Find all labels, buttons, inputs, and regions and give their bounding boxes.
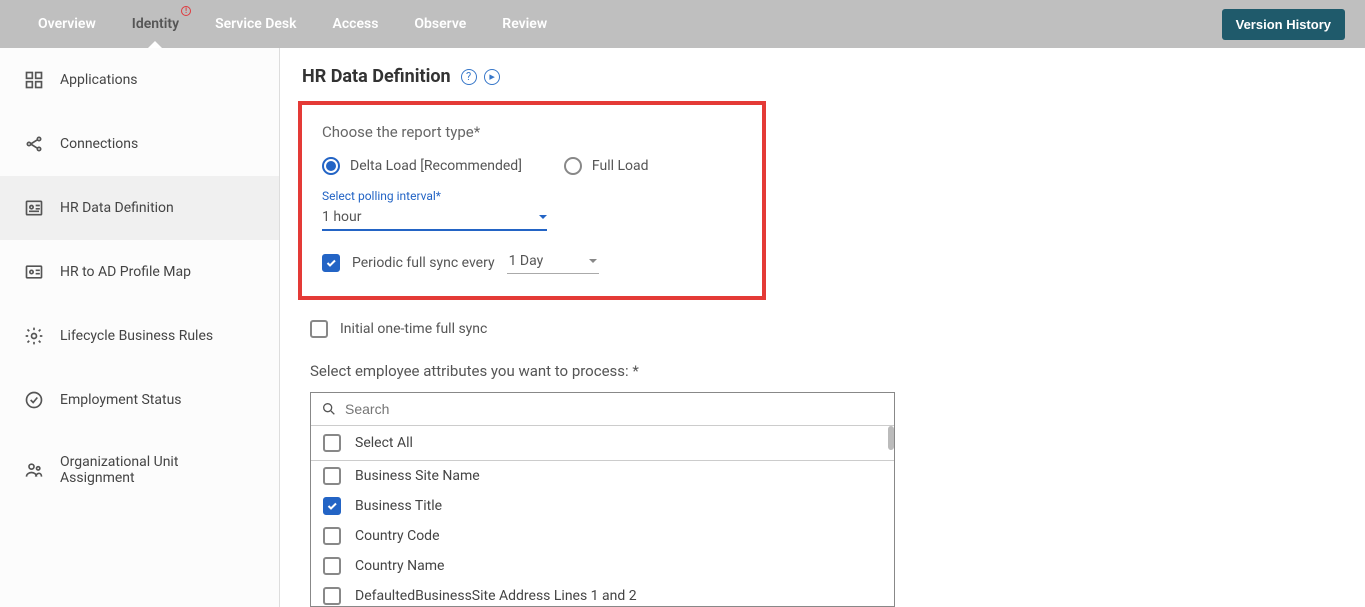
attribute-checkbox[interactable] — [323, 557, 341, 575]
tab-review[interactable]: Review — [484, 0, 565, 48]
initial-sync-checkbox[interactable] — [310, 320, 328, 338]
periodic-sync-row: Periodic full sync every 1 Day — [322, 251, 742, 274]
attributes-search — [311, 393, 894, 426]
radio-label: Full Load — [592, 158, 649, 174]
tab-identity[interactable]: Identity ! — [114, 0, 197, 48]
tab-label: Overview — [38, 16, 96, 32]
attributes-box: Select All Business Site Name Business T… — [310, 392, 895, 607]
attribute-label: Business Title — [355, 498, 442, 514]
hr-def-icon — [24, 198, 44, 218]
attribute-row[interactable]: Country Name — [311, 551, 894, 581]
search-icon — [321, 401, 337, 417]
tab-label: Identity — [132, 16, 179, 32]
attribute-checkbox[interactable] — [323, 497, 341, 515]
sidebar-item-label: Lifecycle Business Rules — [60, 328, 213, 344]
sidebar-item-label: HR to AD Profile Map — [60, 264, 191, 280]
main-content: HR Data Definition ? ▸ Choose the report… — [280, 48, 1365, 607]
search-input[interactable] — [345, 401, 884, 417]
sidebar-item-label: HR Data Definition — [60, 200, 174, 216]
polling-interval-label: Select polling interval* — [322, 189, 742, 203]
version-history-button[interactable]: Version History — [1222, 9, 1345, 40]
sidebar-item-hr-to-ad-map[interactable]: HR to AD Profile Map — [0, 240, 279, 304]
attribute-checkbox[interactable] — [323, 467, 341, 485]
sidebar-item-label: Connections — [60, 136, 138, 152]
sidebar-item-label: Applications — [60, 72, 138, 88]
attribute-label: Country Name — [355, 558, 444, 574]
sidebar-item-connections[interactable]: Connections — [0, 112, 279, 176]
attributes-label: Select employee attributes you want to p… — [310, 362, 1343, 380]
chevron-down-icon — [589, 259, 597, 263]
tab-observe[interactable]: Observe — [396, 0, 484, 48]
sidebar: Applications Connections HR Data Definit… — [0, 48, 280, 607]
page-title: HR Data Definition — [302, 66, 451, 87]
connections-icon — [24, 134, 44, 154]
attribute-label: Country Code — [355, 528, 440, 544]
sidebar-item-label: Organizational Unit Assignment — [60, 454, 255, 486]
attribute-row[interactable]: Business Site Name — [311, 461, 894, 491]
report-type-panel: Choose the report type* Delta Load [Reco… — [298, 101, 766, 300]
apps-icon — [24, 70, 44, 90]
tab-service-desk[interactable]: Service Desk — [197, 0, 314, 48]
attribute-label: Select All — [355, 435, 413, 451]
alert-icon: ! — [181, 6, 191, 16]
play-icon[interactable]: ▸ — [484, 69, 500, 85]
radio-label: Delta Load [Recommended] — [350, 158, 522, 174]
attribute-checkbox[interactable] — [323, 434, 341, 452]
report-type-label: Choose the report type* — [322, 123, 742, 141]
tab-label: Review — [502, 16, 547, 32]
sidebar-item-hr-data-definition[interactable]: HR Data Definition — [0, 176, 279, 240]
periodic-sync-label: Periodic full sync every — [352, 255, 495, 271]
select-value: 1 Day — [509, 253, 544, 269]
sidebar-item-applications[interactable]: Applications — [0, 48, 279, 112]
top-nav: Overview Identity ! Service Desk Access … — [0, 0, 1365, 48]
radio-delta-load[interactable]: Delta Load [Recommended] — [322, 157, 522, 175]
tab-label: Observe — [414, 16, 466, 32]
attribute-label: DefaultedBusinessSite Address Lines 1 an… — [355, 588, 637, 604]
attribute-checkbox[interactable] — [323, 527, 341, 545]
help-icon[interactable]: ? — [461, 69, 477, 85]
initial-sync-row: Initial one-time full sync — [310, 320, 1343, 338]
initial-sync-label: Initial one-time full sync — [340, 321, 487, 337]
radio-full-load[interactable]: Full Load — [564, 157, 649, 175]
attribute-label: Business Site Name — [355, 468, 480, 484]
sidebar-item-org-unit-assignment[interactable]: Organizational Unit Assignment — [0, 432, 279, 508]
sidebar-item-label: Employment Status — [60, 392, 182, 408]
check-circle-icon — [24, 390, 44, 410]
tab-label: Service Desk — [215, 16, 296, 32]
people-icon — [24, 460, 44, 480]
report-type-radios: Delta Load [Recommended] Full Load — [322, 157, 742, 175]
attribute-row[interactable]: DefaultedBusinessSite Address Lines 1 an… — [311, 581, 894, 606]
periodic-sync-select[interactable]: 1 Day — [507, 251, 599, 274]
attribute-checkbox[interactable] — [323, 587, 341, 605]
tab-access[interactable]: Access — [315, 0, 397, 48]
polling-interval-select[interactable]: 1 hour — [322, 205, 547, 231]
sidebar-item-employment-status[interactable]: Employment Status — [0, 368, 279, 432]
attribute-row[interactable]: Country Code — [311, 521, 894, 551]
attribute-row[interactable]: Select All — [311, 426, 894, 461]
gear-icon — [24, 326, 44, 346]
tab-overview[interactable]: Overview — [20, 0, 114, 48]
sidebar-item-lifecycle-rules[interactable]: Lifecycle Business Rules — [0, 304, 279, 368]
tab-label: Access — [333, 16, 379, 32]
select-value: 1 hour — [322, 209, 362, 225]
attributes-list: Select All Business Site Name Business T… — [311, 426, 894, 606]
attribute-row[interactable]: Business Title — [311, 491, 894, 521]
chevron-down-icon — [539, 215, 547, 219]
periodic-sync-checkbox[interactable] — [322, 254, 340, 272]
page-header: HR Data Definition ? ▸ — [298, 66, 1347, 87]
id-card-icon — [24, 262, 44, 282]
